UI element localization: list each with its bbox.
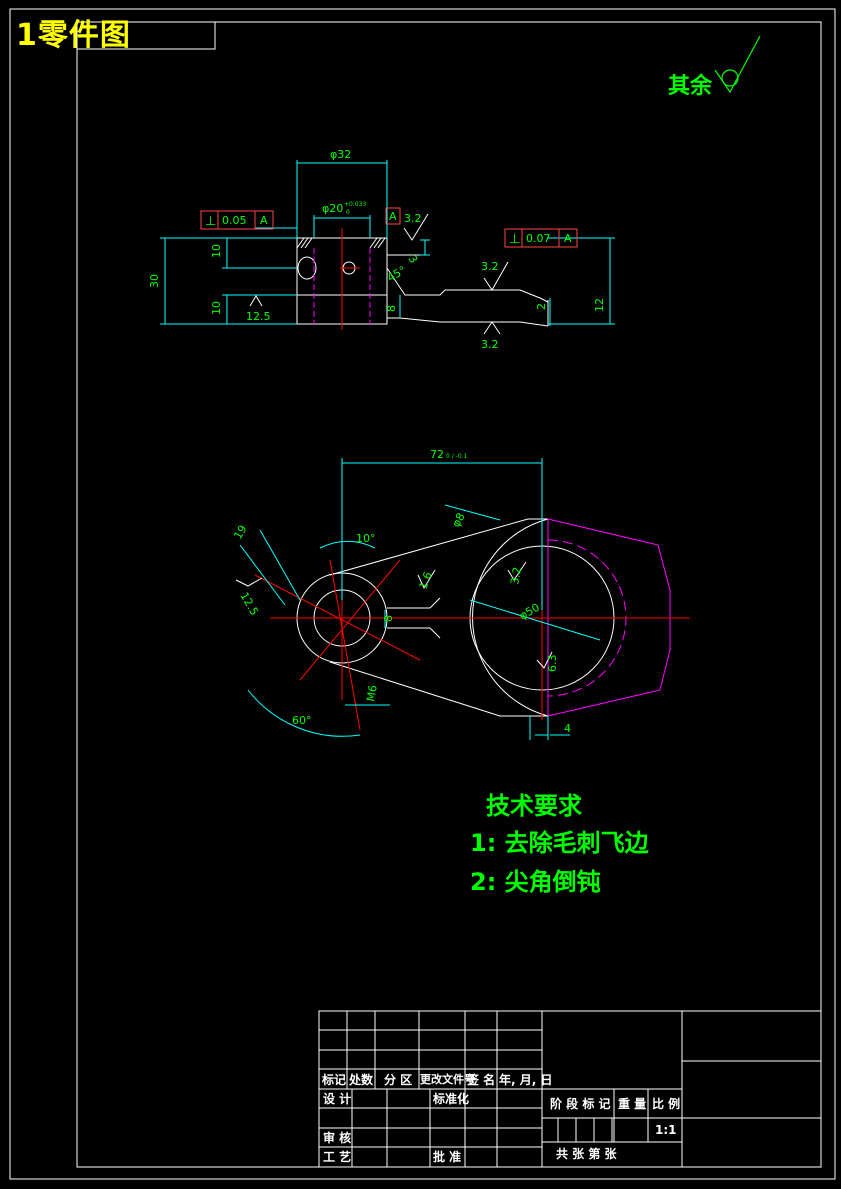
tb-sheets: 共 张 第 张 [556, 1147, 617, 1161]
dim-19: 19 [231, 523, 249, 542]
dim-8-plan: 8 [382, 615, 395, 622]
dim-phi8: φ8 [449, 511, 467, 530]
datum-a-label: A [389, 210, 397, 223]
dim-10deg: 10° [356, 532, 376, 545]
dim-72-tol: 0 / -0.1 [446, 453, 468, 460]
plan-centerlines [254, 530, 690, 731]
tb-sign: 签 名 [467, 1073, 496, 1087]
roughness-3-2-b: 3.2 [481, 260, 499, 273]
plan-roughness [235, 561, 553, 669]
tb-date: 年, 月, 日 [499, 1073, 553, 1087]
gdt-1-datum: A [260, 214, 268, 227]
sheet-border-inner [76, 21, 822, 1168]
dim-12: 12 [593, 298, 606, 312]
title-block [318, 1010, 822, 1168]
drawing-canvas: φ32 φ20 +0.033 0 30 10 10 8 3 45° 2 12 3… [9, 8, 836, 1180]
tb-approve: 批 准 [433, 1150, 462, 1164]
dim-m6: M6 [364, 684, 380, 703]
dim-4: 4 [564, 722, 571, 735]
roughness-1-6: 1.6 [417, 570, 435, 591]
dim-phi20: φ20 [322, 202, 343, 215]
gdt-2-symbol: ⊥ [509, 232, 520, 247]
tb-zone: 分 区 [384, 1073, 413, 1087]
dim-10-upper: 10 [210, 244, 223, 258]
dim-2: 2 [535, 303, 548, 310]
tech-requirements-title: 技术要求 [486, 792, 582, 820]
plan-view [235, 458, 690, 740]
tb-mark: 标记 [322, 1073, 347, 1087]
section-centerlines [340, 228, 360, 330]
roughness-12-5: 12.5 [246, 310, 271, 323]
tech-requirement-item: 1: 去除毛刺飞边 [470, 829, 649, 857]
section-texts: φ32 φ20 +0.033 0 30 10 10 8 3 45° 2 12 3… [148, 148, 606, 351]
tb-review: 审 核 [323, 1131, 352, 1145]
tb-stage-mark: 阶 段 标 记 [550, 1097, 611, 1111]
roughness-6-3: 6.3 [546, 655, 559, 673]
dim-45deg: 45° [385, 264, 408, 285]
roughness-3-2-plan: 3.2 [508, 566, 524, 585]
tb-process: 工 艺 [323, 1150, 352, 1164]
gdt-1-value: 0.05 [222, 214, 247, 227]
dim-phi32: φ32 [330, 148, 351, 161]
roughness-3-2-a: 3.2 [404, 212, 422, 225]
tech-requirement-item: 2: 尖角倒钝 [470, 868, 601, 896]
section-outline [296, 237, 549, 327]
tb-scale-value: 1:1 [655, 1123, 677, 1137]
plan-texts: 72 0 / -0.1 10° 60° 19 8 M6 φ50 φ8 12.5 … [231, 448, 571, 735]
gdt-1-symbol: ⊥ [205, 214, 216, 229]
roughness-3-2-c: 3.2 [481, 338, 499, 351]
dim-8: 8 [385, 305, 398, 312]
tb-design: 设 计 [323, 1092, 352, 1106]
dim-10-lower: 10 [210, 301, 223, 315]
dim-phi20-tol-lower: 0 [346, 209, 350, 216]
sheet-border-outer [9, 8, 836, 1180]
rest-roughness-symbol [714, 35, 761, 94]
dim-72: 72 [430, 448, 444, 461]
dim-phi50: φ50 [517, 601, 542, 623]
gdt-2-datum: A [564, 232, 572, 245]
tb-scale: 比 例 [652, 1097, 681, 1111]
tb-standard: 标准化 [433, 1092, 470, 1106]
drawing-title: 1零件图 [16, 18, 131, 53]
dim-phi20-tol-upper: +0.033 [344, 201, 366, 208]
rest-roughness-label: 其余 [668, 74, 713, 99]
gdt-2-value: 0.07 [526, 232, 551, 245]
dim-60deg: 60° [292, 714, 312, 727]
dim-30: 30 [148, 274, 161, 288]
section-hatch [296, 237, 386, 249]
tb-count: 处数 [349, 1073, 374, 1087]
section-roughness [249, 213, 509, 335]
plan-dimensions [239, 458, 601, 740]
tb-weight: 重 量 [618, 1097, 647, 1111]
roughness-12-5-plan: 12.5 [237, 590, 261, 618]
